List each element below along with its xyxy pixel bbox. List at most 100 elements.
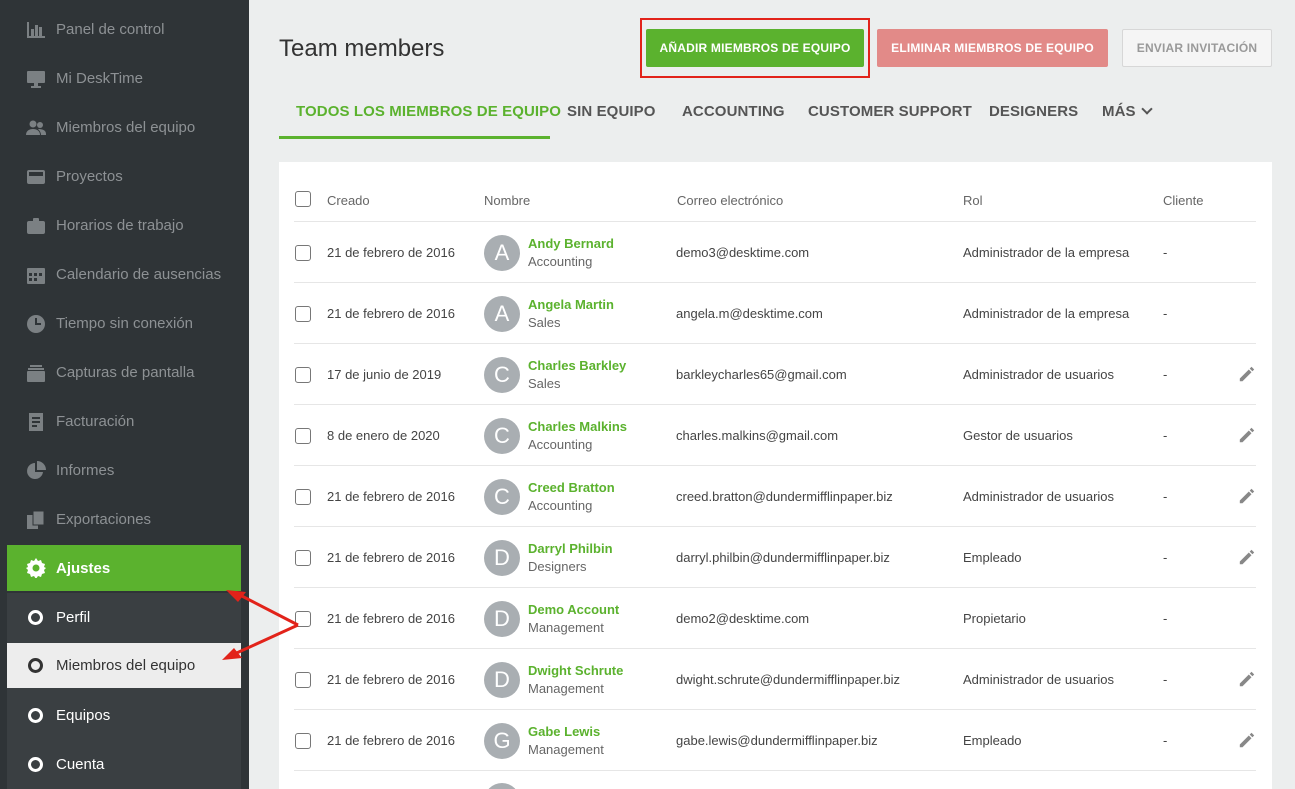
clock-icon [25, 313, 47, 335]
tab-accounting[interactable]: ACCOUNTING [682, 103, 785, 139]
member-email: gabe.lewis@dundermifflinpaper.biz [676, 732, 878, 748]
edit-pencil-icon[interactable] [1238, 731, 1256, 749]
column-header-email[interactable]: Correo electrónico [677, 193, 783, 208]
row-checkbox[interactable] [295, 549, 311, 566]
row-divider [294, 404, 1256, 405]
member-name-link[interactable]: Andy Bernard [528, 236, 614, 251]
invoice-icon [25, 411, 47, 433]
sidebar-item-exports[interactable]: Exportaciones [0, 495, 249, 544]
row-checkbox[interactable] [295, 671, 311, 688]
created-date: 21 de febrero de 2016 [327, 488, 455, 504]
member-name-link[interactable]: Angela Martin [528, 297, 614, 312]
column-header-client[interactable]: Cliente [1163, 193, 1203, 208]
tab-no-team[interactable]: SIN EQUIPO [567, 103, 656, 139]
avatar: A [484, 234, 520, 271]
member-client: - [1163, 732, 1168, 748]
sidebar-item-label: Panel de control [56, 21, 165, 38]
circle-icon [28, 610, 43, 625]
sidebar-item-reports[interactable]: Informes [0, 446, 249, 495]
sidebar-subitem-label: Equipos [56, 707, 111, 724]
member-team: Management [528, 619, 604, 635]
delete-team-members-button[interactable]: ELIMINAR MIEMBROS DE EQUIPO [877, 29, 1108, 67]
created-date: 21 de febrero de 2016 [327, 244, 455, 260]
page-title: Team members [279, 35, 445, 62]
tab-designers[interactable]: DESIGNERS [989, 103, 1078, 139]
sidebar-subitem-label: Miembros del equipo [56, 657, 196, 674]
circle-icon [28, 658, 43, 673]
sidebar-subitem-profile[interactable]: Perfil [7, 595, 241, 640]
sidebar-item-label: Mi DeskTime [56, 70, 143, 87]
column-header-created[interactable]: Creado [327, 193, 370, 208]
created-date: 21 de febrero de 2016 [327, 549, 455, 565]
member-email: darryl.philbin@dundermifflinpaper.biz [676, 549, 890, 565]
column-header-role[interactable]: Rol [963, 193, 983, 208]
row-checkbox[interactable] [295, 305, 311, 322]
sidebar-subitem-teams[interactable]: Equipos [7, 693, 241, 738]
sidebar-subitem-team-members[interactable]: Miembros del equipo [7, 643, 241, 688]
avatar: C [484, 478, 520, 515]
member-name-link[interactable]: Dwight Schrute [528, 663, 623, 678]
member-email: demo3@desktime.com [676, 244, 810, 260]
edit-pencil-icon[interactable] [1238, 365, 1256, 383]
member-team: Designers [528, 558, 587, 574]
sidebar-item-absence-calendar[interactable]: Calendario de ausencias [0, 250, 249, 299]
tab-more[interactable]: MÁS [1102, 103, 1153, 139]
member-team: Accounting [528, 436, 593, 452]
select-all-checkbox[interactable] [295, 191, 311, 207]
member-team: Sales [528, 314, 561, 330]
sidebar-item-label: Informes [56, 462, 115, 479]
briefcase-icon [25, 215, 47, 237]
avatar: C [484, 356, 520, 393]
sidebar-item-settings[interactable]: Ajustes [7, 545, 241, 591]
column-header-name[interactable]: Nombre [484, 193, 530, 208]
sidebar-item-screenshots[interactable]: Capturas de pantalla [0, 348, 249, 397]
sidebar-item-billing[interactable]: Facturación [0, 397, 249, 446]
row-checkbox[interactable] [295, 610, 311, 627]
member-name-link[interactable]: Gabe Lewis [528, 724, 600, 739]
member-client: - [1163, 610, 1168, 626]
sidebar-item-dashboard[interactable]: Panel de control [0, 5, 249, 54]
sidebar-item-team-members[interactable]: Miembros del equipo [0, 103, 249, 152]
avatar: D [484, 539, 520, 576]
row-checkbox[interactable] [295, 366, 311, 383]
member-name-link[interactable]: Demo Account [528, 602, 619, 617]
avatar: D [484, 600, 520, 637]
member-name-link[interactable]: Creed Bratton [528, 480, 615, 495]
edit-pencil-icon[interactable] [1238, 487, 1256, 505]
member-role: Administrador de la empresa [963, 244, 1130, 260]
sidebar-item-schedules[interactable]: Horarios de trabajo [0, 201, 249, 250]
row-checkbox[interactable] [295, 244, 311, 261]
row-divider [294, 648, 1256, 649]
created-date: 21 de febrero de 2016 [327, 610, 455, 626]
row-checkbox[interactable] [295, 488, 311, 505]
member-email: demo2@desktime.com [676, 610, 810, 626]
sidebar-item-offline-time[interactable]: Tiempo sin conexión [0, 299, 249, 348]
sidebar-subitem-account[interactable]: Cuenta [7, 742, 241, 787]
member-client: - [1163, 305, 1168, 321]
member-email: angela.m@desktime.com [676, 305, 823, 321]
created-date: 21 de febrero de 2016 [327, 671, 455, 687]
sidebar-item-my-desktime[interactable]: Mi DeskTime [0, 54, 249, 103]
chevron-down-icon [1140, 103, 1153, 115]
row-checkbox[interactable] [295, 427, 311, 444]
edit-pencil-icon[interactable] [1238, 548, 1256, 566]
member-name-link[interactable]: Charles Barkley [528, 358, 626, 373]
member-email: charles.malkins@gmail.com [676, 427, 839, 443]
monitor-icon [25, 68, 47, 90]
tab-customer-support[interactable]: CUSTOMER SUPPORT [808, 103, 972, 139]
member-client: - [1163, 549, 1168, 565]
sidebar-item-projects[interactable]: Proyectos [0, 152, 249, 201]
member-client: - [1163, 366, 1168, 382]
member-team: Management [528, 741, 604, 757]
edit-pencil-icon[interactable] [1238, 426, 1256, 444]
edit-pencil-icon[interactable] [1238, 670, 1256, 688]
member-name-link[interactable]: Darryl Philbin [528, 541, 613, 556]
row-checkbox[interactable] [295, 732, 311, 749]
tab-more-label: MÁS [1102, 103, 1136, 120]
tab-all-team-members[interactable]: TODOS LOS MIEMBROS DE EQUIPO [296, 103, 561, 139]
send-invitation-button[interactable]: ENVIAR INVITACIÓN [1122, 29, 1272, 67]
gear-icon [25, 557, 47, 579]
member-client: - [1163, 671, 1168, 687]
member-role: Propietario [963, 610, 1026, 626]
member-name-link[interactable]: Charles Malkins [528, 419, 627, 434]
